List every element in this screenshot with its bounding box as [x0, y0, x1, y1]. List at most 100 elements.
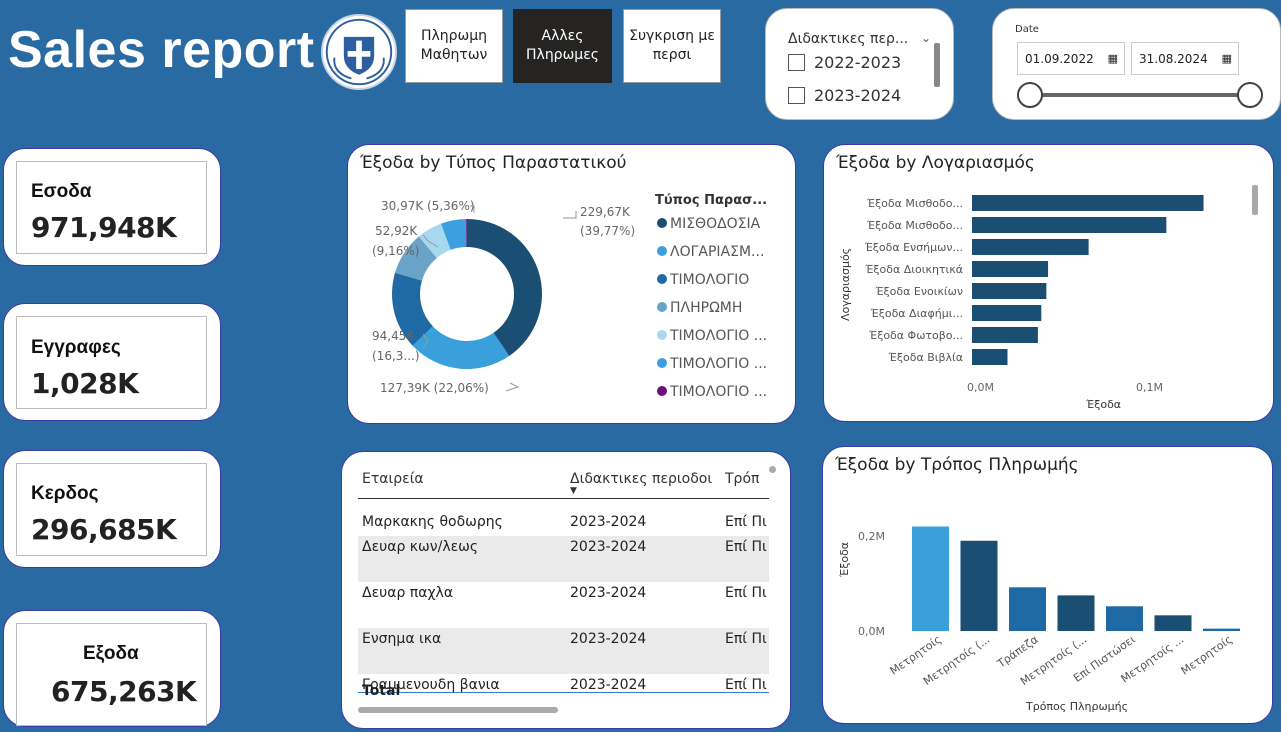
date-range-track[interactable]	[1027, 93, 1253, 97]
date-range-end-handle[interactable]	[1237, 82, 1263, 108]
x-axis-title: Έξοδα	[1085, 398, 1121, 411]
calendar-icon[interactable]: ▦	[1222, 52, 1232, 65]
legend-marker	[657, 274, 667, 284]
slice-label: 229,67K	[580, 205, 631, 219]
checkbox[interactable]	[788, 54, 805, 71]
period-slicer-title: Διδακτικες περ...	[788, 31, 909, 47]
hbar-chart: Έξοδα Μισθοδο... Έξοδα Μισθοδο... Έξοδα Εν…	[839, 185, 1258, 411]
table-cell: 2023-2024	[570, 514, 647, 530]
legend-item[interactable]: ΜΙΣΘΟΔΟΣΙΑ	[670, 216, 761, 232]
legend-item[interactable]: ΤΙΜΟΛΟΓΙΟ ...	[669, 328, 767, 344]
legend-item[interactable]: ΤΙΜΟΛΟΓΙΟ ...	[669, 384, 767, 400]
period-option-label: 2023-2024	[814, 86, 902, 105]
y-axis-title: Λογαριασμός	[839, 248, 852, 321]
hbar-bar[interactable]	[972, 283, 1047, 299]
table-cell: Επί Πι	[725, 514, 767, 530]
legend-title: Τύπος Παρασ...	[655, 193, 767, 208]
legend-marker	[657, 330, 667, 340]
date-slicer-label: Date	[1015, 24, 1039, 35]
y-tick-label: 0,0M	[858, 625, 885, 638]
end-date-input[interactable]: 31.08.2024 ▦	[1131, 42, 1239, 75]
hbar-bar[interactable]	[972, 239, 1089, 255]
table-row[interactable]: Ενσημα ικα 2023-2024 Επί Πι	[358, 628, 769, 674]
table-cell: Επί Πι	[725, 539, 767, 555]
table-row[interactable]: Δευαρ παχλα 2023-2024 Επί Πι	[358, 582, 769, 628]
slice-label: 30,97K (5,36%)	[381, 199, 475, 213]
legend-item[interactable]: ΤΙΜΟΛΟΓΙΟ ...	[669, 356, 767, 372]
vbar-category-label: Μετρητοίς	[1178, 633, 1234, 678]
vbar-bar[interactable]	[960, 540, 998, 631]
slice-label: 94,45K	[372, 329, 415, 343]
table-vertical-scrollbar[interactable]	[769, 466, 776, 473]
column-header-period[interactable]: Διδακτικες περιοδοι	[570, 471, 712, 487]
vbar-bar[interactable]	[1154, 615, 1192, 631]
vbar-bar[interactable]	[912, 526, 949, 632]
period-option-2023-2024[interactable]: 2023-2024	[788, 86, 901, 105]
donut-slice[interactable]	[467, 219, 542, 356]
hbar-category-label: Έξοδα Μισθοδο...	[866, 197, 963, 210]
legend-marker	[657, 386, 667, 396]
table-cell: Μαρκακης θοδωρης	[362, 514, 503, 530]
period-option-2022-2023[interactable]: 2022-2023	[788, 53, 901, 72]
checkbox[interactable]	[788, 87, 805, 104]
hbar-category-label: Έξοδα Φωτοβο...	[868, 329, 963, 342]
x-tick-label: 0,1M	[1136, 381, 1163, 394]
table-cell: Ενσημα ικα	[362, 631, 442, 647]
slice-label: 127,39K (22,06%)	[380, 381, 489, 395]
table-cell: 2023-2024	[570, 539, 647, 555]
table-cell: Επί Πι	[725, 677, 767, 693]
slicer-scrollbar[interactable]	[934, 43, 940, 87]
chevron-down-icon[interactable]: ⌄	[921, 31, 931, 45]
legend-item[interactable]: ΛΟΓΑΡΙΑΣΜ...	[670, 244, 764, 260]
column-header-company[interactable]: Εταιρεία	[362, 471, 424, 487]
sort-descending-icon[interactable]: ▼	[570, 486, 577, 496]
slice-label: (9,16%)	[372, 244, 419, 258]
nav-button-other-payments[interactable]: Αλλες Πληρωμες	[513, 9, 612, 83]
kpi-label: Εσοδα	[31, 181, 92, 202]
table-row[interactable]: Δευαρ κων/λεως 2023-2024 Επί Πι	[358, 536, 769, 582]
vbar-category-label: Τράπεζα	[994, 633, 1041, 671]
table-cell: Δευαρ κων/λεως	[362, 539, 479, 555]
hbar-bar[interactable]	[972, 195, 1204, 211]
donut-chart: 229,67K (39,77%) 127,39K (22,06%) 94,45K…	[372, 193, 767, 400]
hbar-bar[interactable]	[972, 305, 1042, 321]
nav-button-compare-last-year[interactable]: Συγκριση με περσι	[623, 9, 721, 83]
slice-label: (16,3...)	[372, 349, 420, 363]
greek-emblem-logo	[321, 14, 397, 90]
kpi-value: 296,685K	[31, 513, 177, 546]
vbar-bar[interactable]	[1009, 587, 1046, 631]
vbar-bar[interactable]	[1057, 595, 1095, 631]
period-option-label: 2022-2023	[814, 53, 902, 72]
table-card: Εταιρεία Διδακτικες περιοδοι ▼ Τρόπ Μαρκ…	[341, 451, 791, 729]
vbar-bar[interactable]	[1203, 628, 1240, 631]
date-range-start-handle[interactable]	[1017, 82, 1043, 108]
hbar-category-label: Έξοδα Ενοικίων	[874, 285, 963, 298]
legend-item[interactable]: ΤΙΜΟΛΟΓΙΟ	[669, 272, 749, 288]
total-divider	[358, 692, 769, 693]
hbar-bar[interactable]	[972, 261, 1049, 277]
kpi-card-profit: Κερδος 296,685K	[3, 450, 221, 568]
start-date-input[interactable]: 01.09.2022 ▦	[1017, 42, 1125, 75]
table-row[interactable]: Μαρκακης θοδωρης 2023-2024 Επί Πι	[358, 511, 769, 536]
hbar-bar[interactable]	[972, 349, 1008, 365]
hbar-bar[interactable]	[972, 217, 1167, 233]
slice-label: 52,92K	[375, 224, 418, 238]
calendar-icon[interactable]: ▦	[1108, 52, 1118, 65]
table-total-label: Total	[362, 683, 401, 699]
vbar-bar[interactable]	[1106, 606, 1143, 631]
end-date-value: 31.08.2024	[1139, 51, 1208, 66]
table-horizontal-scrollbar[interactable]	[358, 707, 558, 713]
table-cell: Επί Πι	[725, 585, 767, 601]
kpi-value: 971,948K	[31, 211, 177, 244]
kpi-card-revenue: Εσοδα 971,948K	[3, 148, 221, 266]
table-header: Εταιρεία Διδακτικες περιοδοι ▼ Τρόπ	[358, 464, 769, 499]
hbar-bar[interactable]	[972, 327, 1038, 343]
slice-label: (39,77%)	[580, 224, 635, 238]
kpi-value: 675,263K	[51, 675, 197, 708]
vbar-chart-card: Έξοδα by Τρόπος Πληρωμής 0,2M 0,0M Έξοδα…	[822, 446, 1273, 724]
chart-scrollbar[interactable]	[1252, 185, 1258, 215]
legend-marker	[657, 218, 667, 228]
nav-button-student-payments[interactable]: Πληρωμη Μαθητων	[405, 9, 503, 83]
legend-item[interactable]: ΠΛΗΡΩΜΗ	[670, 300, 742, 316]
column-header-payment-method[interactable]: Τρόπ	[725, 471, 759, 487]
